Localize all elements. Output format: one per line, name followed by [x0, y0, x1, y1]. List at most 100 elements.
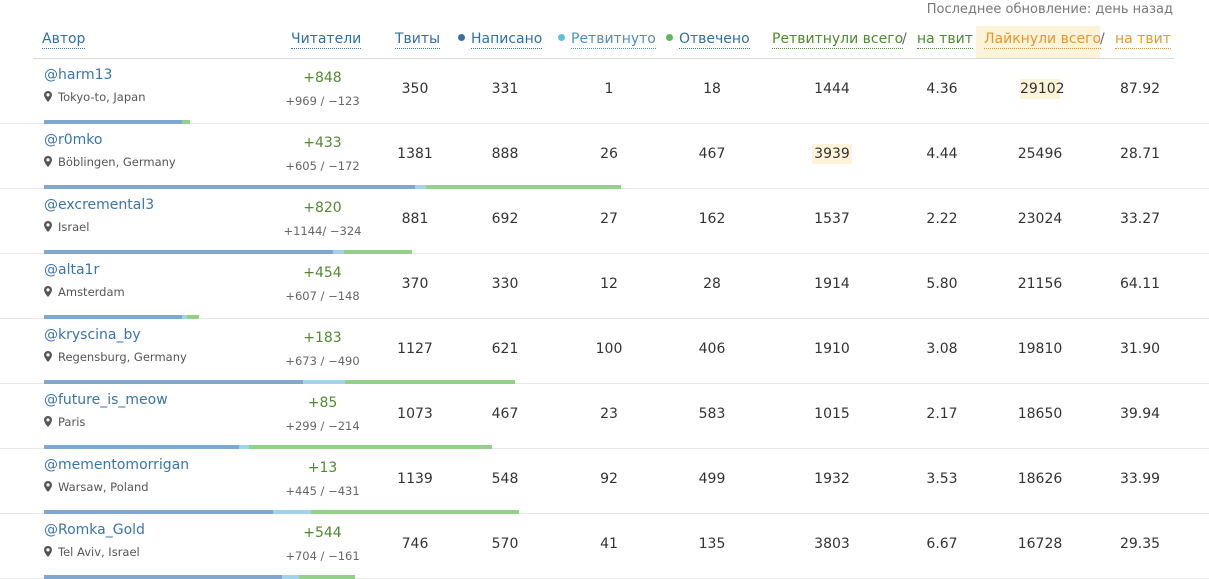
cell-likes-per-tweet: 28.71: [1119, 146, 1161, 162]
followers-delta: +544: [303, 525, 342, 541]
sort-replied-link[interactable]: Отвечено: [679, 31, 750, 49]
sort-author-link[interactable]: Автор: [42, 31, 86, 49]
table-row: @alta1r Amsterdam +454 +607 / −148 370 33…: [0, 254, 1209, 319]
sort-tweets-link[interactable]: Твиты: [395, 31, 441, 49]
cell-likes-total: 19810: [1017, 341, 1063, 357]
cell-written: 331: [491, 81, 519, 97]
author-handle-link[interactable]: @excremental3: [44, 197, 154, 213]
author-location: Tokyo-to, Japan: [44, 90, 146, 104]
cell-likes-total: 18650: [1017, 406, 1063, 422]
sort-likes-total-link[interactable]: Лайкнули всего: [984, 31, 1102, 49]
cell-likes-total: 23024: [1017, 211, 1063, 227]
cell-rt-per-tweet: 2.22: [926, 211, 958, 227]
cell-written: 692: [491, 211, 519, 227]
followers-change: +1144/ −324: [283, 224, 362, 238]
location-pin-icon: [44, 546, 52, 557]
author-location: Warsaw, Poland: [44, 480, 149, 494]
followers-delta: +820: [303, 200, 342, 216]
cell-rt-per-tweet: 3.08: [926, 341, 958, 357]
cell-rt-per-tweet: 4.36: [926, 81, 958, 97]
cell-written: 548: [491, 471, 519, 487]
table-row: @Romka_Gold Tel Aviv, Israel +544 +704 /…: [0, 514, 1209, 579]
header-replied[interactable]: Отвечено: [666, 31, 750, 49]
cell-retweeted: 26: [600, 146, 618, 162]
author-location: Regensburg, Germany: [44, 350, 187, 364]
header-written[interactable]: Написано: [458, 31, 543, 49]
cell-rt-per-tweet: 3.53: [926, 471, 958, 487]
followers-change: +605 / −172: [285, 159, 360, 173]
location-pin-icon: [44, 286, 52, 297]
author-handle-link[interactable]: @Romka_Gold: [44, 522, 145, 538]
cell-replied: 499: [698, 471, 726, 487]
cell-replied: 467: [698, 146, 726, 162]
author-handle-link[interactable]: @r0mko: [44, 132, 102, 148]
table-row: @r0mko Böblingen, Germany +433 +605 / −1…: [0, 124, 1209, 189]
cell-likes-per-tweet: 31.90: [1119, 341, 1161, 357]
followers-delta: +85: [307, 395, 338, 411]
cell-rt-per-tweet: 6.67: [926, 536, 958, 552]
header-likes-per-tweet[interactable]: на твит: [1115, 31, 1171, 49]
followers-delta: +183: [303, 330, 342, 346]
table-row: @mementomorrigan Warsaw, Poland +13 +445…: [0, 449, 1209, 514]
cell-likes-total: 25496: [1017, 146, 1063, 162]
cell-replied: 135: [698, 536, 726, 552]
author-location: Böblingen, Germany: [44, 155, 176, 169]
location-text: Amsterdam: [58, 285, 125, 299]
author-handle-link[interactable]: @mementomorrigan: [44, 457, 189, 473]
author-location: Paris: [44, 415, 85, 429]
sort-followers-link[interactable]: Читатели: [291, 31, 362, 49]
cell-tweets: 1139: [397, 471, 433, 487]
cell-tweets: 1127: [397, 341, 433, 357]
location-text: Böblingen, Germany: [58, 155, 176, 169]
header-rt-per-tweet[interactable]: на твит: [917, 31, 973, 49]
author-handle-link[interactable]: @alta1r: [44, 262, 99, 278]
cell-retweeted: 100: [595, 341, 623, 357]
header-retweeted[interactable]: Ретвитнуто: [558, 31, 656, 49]
header-followers[interactable]: Читатели: [291, 31, 362, 49]
cell-tweets: 881: [401, 211, 429, 227]
table-row: @future_is_meow Paris +85 +299 / −214 10…: [0, 384, 1209, 449]
cell-written: 330: [491, 276, 519, 292]
sort-written-link[interactable]: Написано: [471, 31, 543, 49]
sort-retweeted-link[interactable]: Ретвитнуто: [571, 31, 656, 49]
cell-rt-per-tweet: 4.44: [926, 146, 958, 162]
followers-delta: +13: [307, 460, 338, 476]
location-text: Israel: [58, 220, 90, 234]
sort-likes-per-tweet-link[interactable]: на твит: [1115, 31, 1171, 49]
header-retweets-total[interactable]: Ретвитнули всего: [772, 31, 904, 49]
cell-likes-per-tweet: 87.92: [1119, 81, 1161, 97]
written-segment: [44, 575, 282, 579]
author-location: Tel Aviv, Israel: [44, 545, 140, 559]
written-dot-icon: [458, 34, 465, 41]
header-tweets[interactable]: Твиты: [395, 31, 441, 49]
cell-replied: 406: [698, 341, 726, 357]
location-pin-icon: [44, 91, 52, 102]
cell-tweets: 1073: [397, 406, 433, 422]
tweet-breakdown-bar: [44, 575, 355, 579]
location-text: Tokyo-to, Japan: [58, 90, 146, 104]
cell-retweets-total: 1914: [814, 276, 850, 292]
author-handle-link[interactable]: @kryscina_by: [44, 327, 141, 343]
author-location: Israel: [44, 220, 89, 234]
cell-replied: 28: [703, 276, 721, 292]
replied-segment: [299, 575, 355, 579]
author-handle-link[interactable]: @harm13: [44, 67, 112, 83]
followers-delta: +848: [303, 70, 342, 86]
sort-rt-per-tweet-link[interactable]: на твит: [917, 31, 973, 49]
cell-rt-per-tweet: 2.17: [926, 406, 958, 422]
cell-likes-per-tweet: 29.35: [1119, 536, 1161, 552]
author-handle-link[interactable]: @future_is_meow: [44, 392, 168, 408]
cell-likes-total: 21156: [1017, 276, 1063, 292]
header-author[interactable]: Автор: [42, 31, 86, 49]
cell-rt-per-tweet: 5.80: [926, 276, 958, 292]
followers-change: +607 / −148: [285, 289, 360, 303]
cell-replied: 18: [703, 81, 721, 97]
cell-replied: 583: [698, 406, 726, 422]
cell-retweeted: 1: [604, 81, 614, 97]
cell-retweeted: 27: [600, 211, 618, 227]
header-likes-total[interactable]: Лайкнули всего: [984, 31, 1102, 49]
replied-dot-icon: [666, 34, 673, 41]
cell-replied: 162: [698, 211, 726, 227]
location-text: Paris: [58, 415, 86, 429]
sort-retweets-total-link[interactable]: Ретвитнули всего: [772, 31, 904, 49]
